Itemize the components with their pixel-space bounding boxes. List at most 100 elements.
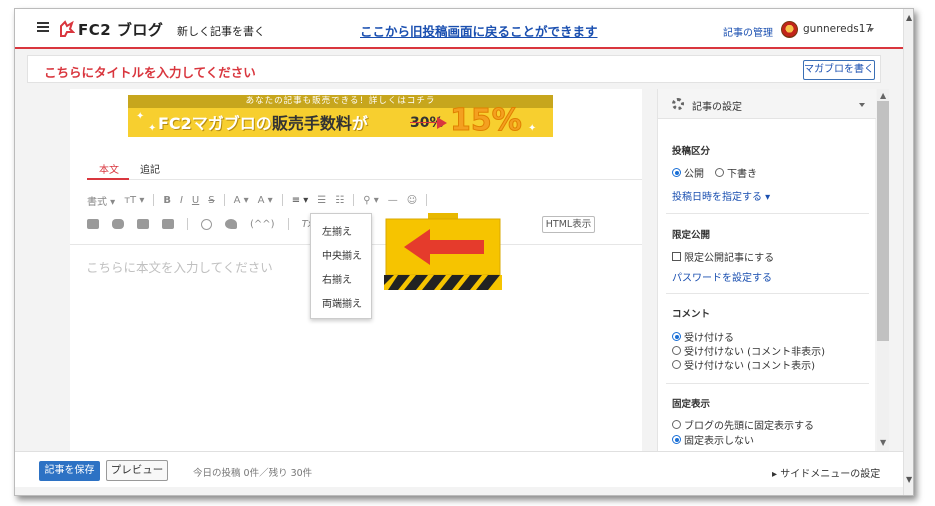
limited-title: 限定公開 [672,230,711,241]
comment-title: コメント [672,309,711,320]
post-settings-sidebar: 記事の設定 投稿区分 公開 下書き 投稿日時を指定する ▾ 限定公開 限定公開記… [657,89,876,451]
radio-comment-accept-label[interactable]: 受け付ける [684,329,734,344]
new-post-label[interactable]: 新しく記事を書く [177,23,265,39]
limited-checkbox-label[interactable]: 限定公開記事にする [684,249,774,264]
username[interactable]: gunnereds17 [803,23,872,35]
radio-public-label[interactable]: 公開 [684,165,704,180]
align-center-option[interactable]: 中央揃え [311,245,371,269]
emoji-button[interactable]: ☺ [407,195,417,206]
divider [666,293,869,294]
gear-icon [672,98,684,110]
divider [353,194,355,206]
radio-pin-top-label[interactable]: ブログの先頭に固定表示する [684,417,814,432]
avatar[interactable] [781,21,798,38]
font-color-button[interactable]: A ▾ [234,195,249,206]
align-left-option[interactable]: 左揃え [311,221,371,245]
divider [426,194,428,206]
instagram-icon[interactable] [201,218,212,230]
emoticon-button[interactable]: (^^) [250,219,275,230]
align-dropdown[interactable]: ≡ ▾ [292,195,309,206]
format-dropdown[interactable]: 書式 ▾ [87,193,115,208]
radio-pin-none-label[interactable]: 固定表示しない [684,432,754,447]
radio-comment-reject-shown[interactable] [672,360,681,369]
video-icon[interactable] [112,219,124,229]
old-editor-link[interactable]: ここから旧投稿画面に戻ることができます [360,21,598,40]
fc2-logo-icon [59,20,75,38]
font-size-dropdown[interactable]: тT ▾ [124,195,144,206]
chevron-down-icon[interactable]: ▼ [880,439,886,447]
radio-comment-accept[interactable] [672,332,681,341]
banner-highlight: 販売手数料 [271,114,352,133]
align-justify-option[interactable]: 両端揃え [311,293,371,317]
chevron-up-icon[interactable]: ▲ [880,92,886,100]
title-field[interactable]: こちらにタイトルを入力してください [27,55,881,83]
divider [287,218,289,230]
limited-checkbox[interactable] [672,252,681,261]
fc2-blog-logo[interactable]: FC2 ブログ [59,19,163,39]
radio-public[interactable] [672,168,681,177]
html-view-button[interactable]: HTML表示 [542,216,595,233]
divider [666,383,869,384]
tab-extended[interactable]: 追記 [140,161,160,176]
chevron-down-icon[interactable] [868,28,874,32]
sparkle-icon: ✦ [136,111,145,122]
menu-icon[interactable] [37,22,49,32]
radio-comment-reject-hidden-label[interactable]: 受け付けない (コメント非表示) [684,343,825,358]
radio-pin-none[interactable] [672,435,681,444]
radio-comment-reject-shown-label[interactable]: 受け付けない (コメント表示) [684,357,815,372]
sidebar-scrollbar[interactable]: ▲ ▼ [877,89,889,451]
divider [666,213,869,214]
radio-comment-reject-hidden[interactable] [672,346,681,355]
sparkle-icon: ✦ [528,123,537,134]
set-post-date-link[interactable]: 投稿日時を指定する ▾ [672,188,770,203]
underline-button[interactable]: U [192,195,199,206]
bold-button[interactable]: B [163,195,171,206]
link-button[interactable]: ⚲ ▾ [363,195,379,206]
window-scrollbar[interactable]: ▲ ▼ [903,9,913,495]
save-button[interactable]: 記事を保存 [39,461,100,481]
body-input[interactable]: こちらに本文を入力してください [86,257,273,276]
manage-posts-link[interactable]: 記事の管理 [723,24,773,39]
radio-draft[interactable] [715,168,724,177]
divider [187,218,188,230]
top-bar: FC2 ブログ 新しく記事を書く ここから旧投稿画面に戻ることができます 記事の… [15,9,903,49]
align-menu: 左揃え 中央揃え 右揃え 両端揃え [310,213,372,319]
chevron-down-icon[interactable]: ▼ [906,475,912,484]
side-menu-settings-link[interactable]: ▸ サイドメニューの設定 [772,465,880,480]
strikethrough-button[interactable]: S [208,195,214,206]
divider [281,194,283,206]
evernote-icon[interactable] [225,219,237,229]
bullet-list-button[interactable]: ☰ [317,195,326,206]
tv-icon[interactable] [162,219,174,229]
toolbar-row-1: 書式 ▾ тT ▾ B I U S A ▾ A ▾ ≡ ▾ ☰ ☷ ⚲ ▾ — … [87,191,428,209]
image-icon[interactable] [87,219,99,229]
set-password-link[interactable]: パスワードを設定する [672,269,772,284]
background-color-button[interactable]: A ▾ [258,195,273,206]
banner-new-rate: 15% [450,103,523,138]
divider [153,194,155,206]
title-input[interactable]: こちらにタイトルを入力してください [44,62,256,81]
chevron-up-icon[interactable]: ▲ [906,13,912,22]
post-type-options: 公開 下書き [672,165,757,180]
scroll-thumb[interactable] [877,101,889,341]
align-right-option[interactable]: 右揃え [311,269,371,293]
chevron-down-icon[interactable] [859,103,865,107]
post-type-title: 投稿区分 [672,146,711,157]
file-icon[interactable] [137,219,149,229]
magablo-banner[interactable]: あなたの記事も販売できる！詳しくはコチラ ✦ ✦ ✦ FC2マガブロの販売手数料… [128,95,553,137]
comment-option-reject-hidden: 受け付けない (コメント非表示) [672,343,825,358]
arrow-right-icon [437,117,447,129]
comment-option-accept: 受け付ける [672,329,734,344]
preview-button[interactable]: プレビュー [106,460,168,481]
radio-pin-top[interactable] [672,420,681,429]
horizontal-rule-button[interactable]: — [388,195,398,206]
settings-header[interactable]: 記事の設定 [658,89,876,119]
tab-body[interactable]: 本文 [99,161,119,176]
numbered-list-button[interactable]: ☷ [335,195,344,206]
magablo-button[interactable]: マガブロを書く [803,60,875,80]
radio-draft-label[interactable]: 下書き [727,165,757,180]
active-tab-indicator [87,178,129,180]
banner-headline: FC2マガブロの販売手数料が [158,110,368,134]
italic-button[interactable]: I [180,195,183,206]
pinned-option-none: 固定表示しない [672,432,754,447]
